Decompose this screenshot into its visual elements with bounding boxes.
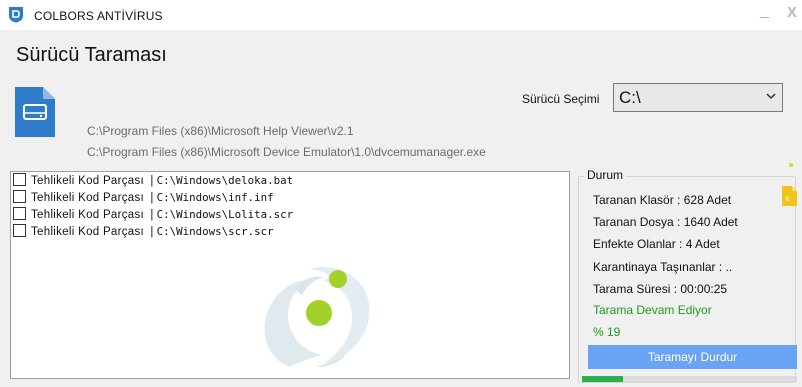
result-path: C:\Windows\scr.scr: [156, 225, 274, 238]
result-checkbox[interactable]: [13, 224, 26, 238]
scan-duration: Tarama Süresi : 00:00:25: [593, 282, 728, 296]
scanned-folders: Taranan Klasör : 628 Adet: [593, 193, 732, 207]
minimize-button[interactable]: _: [760, 2, 769, 20]
result-path: C:\Windows\inf.inf: [156, 191, 274, 204]
list-item[interactable]: Tehlikeli Kod Parçası | C:\Windows\inf.i…: [13, 190, 274, 208]
list-item[interactable]: Tehlikeli Kod Parçası | C:\Windows\Lolit…: [13, 207, 294, 225]
result-category: Tehlikeli Kod Parçası: [31, 209, 145, 221]
scan-progress-fill: [582, 376, 623, 382]
scan-state: Tarama Devam Ediyor: [593, 303, 712, 317]
drive-select-label: Sürücü Seçimi: [522, 92, 600, 106]
shield-icon: [9, 7, 23, 23]
infected-count: Enfekte Olanlar : 4 Adet: [593, 237, 720, 251]
drive-select[interactable]: C:\: [613, 83, 783, 112]
status-indicator-dot: [789, 163, 793, 167]
stop-scan-button[interactable]: Taramayı Durdur: [588, 345, 797, 369]
app-title: COLBORS ANTİVİRUS: [34, 9, 163, 23]
dragon-watermark: [264, 267, 370, 367]
result-checkbox[interactable]: [13, 207, 26, 221]
file-icon: 6: [782, 186, 797, 206]
chevron-down-icon: [766, 93, 776, 100]
status-group-title: Durum: [584, 168, 627, 182]
quarantined-count: Karantinaya Taşınanlar : ..: [593, 260, 733, 274]
list-item[interactable]: Tehlikeli Kod Parçası | C:\Windows\scr.s…: [13, 224, 274, 242]
drive-icon: [15, 87, 55, 137]
page-title: Sürücü Taraması: [16, 44, 167, 66]
drive-select-value: C:\: [619, 88, 641, 107]
close-button[interactable]: X: [787, 4, 797, 21]
result-path: C:\Windows\Lolita.scr: [156, 208, 294, 221]
scan-path-line: C:\Program Files (x86)\Microsoft Device …: [87, 145, 486, 159]
scanned-files: Taranan Dosya : 1640 Adet: [593, 215, 738, 229]
scan-path-line: C:\Program Files (x86)\Microsoft Help Vi…: [87, 124, 354, 138]
scan-progress-bar: [582, 376, 797, 382]
scan-percent: % 19: [593, 325, 621, 339]
result-checkbox[interactable]: [13, 173, 26, 187]
result-category: Tehlikeli Kod Parçası: [31, 192, 145, 204]
result-category: Tehlikeli Kod Parçası: [31, 175, 145, 187]
result-category: Tehlikeli Kod Parçası: [31, 226, 145, 238]
title-bar: COLBORS ANTİVİRUS _ X: [0, 0, 802, 30]
result-checkbox[interactable]: [13, 190, 26, 204]
result-path: C:\Windows\deloka.bat: [156, 174, 294, 187]
list-item[interactable]: Tehlikeli Kod Parçası | C:\Windows\delok…: [13, 173, 294, 191]
